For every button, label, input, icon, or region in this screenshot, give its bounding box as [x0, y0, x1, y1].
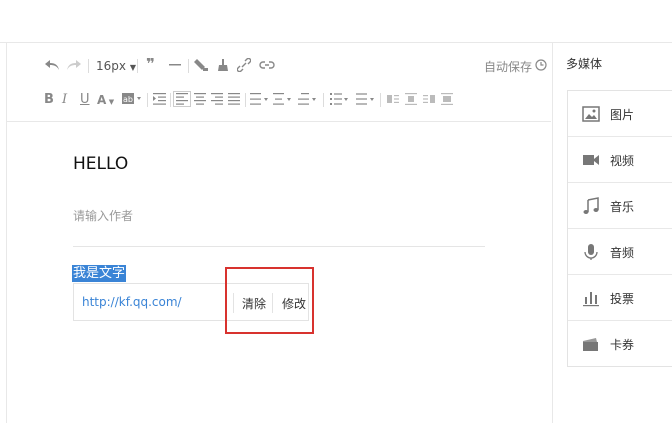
toolbar-separator: [380, 93, 381, 107]
autosave-label: 自动保存: [484, 60, 533, 74]
clear-format-icon[interactable]: [216, 58, 230, 72]
font-color-icon[interactable]: A ▼: [97, 92, 114, 110]
image-float-left-icon[interactable]: [387, 93, 399, 105]
line-height-icon[interactable]: [250, 93, 268, 105]
microphone-icon: [582, 243, 600, 261]
media-item-label: 投票: [610, 292, 635, 306]
toolbar-divider: [6, 121, 551, 122]
highlight-box: [225, 267, 314, 334]
link-icon[interactable]: [237, 58, 251, 72]
media-item-label: 音频: [610, 246, 635, 260]
content-divider: [73, 246, 485, 247]
clock-icon: [535, 59, 547, 74]
indent-icon[interactable]: [153, 93, 166, 105]
background-color-icon[interactable]: ab: [122, 93, 142, 105]
align-left-icon[interactable]: [173, 91, 191, 107]
align-center-icon[interactable]: [194, 93, 206, 105]
media-panel: 图片 视频 音乐 音频 投票 卡券: [567, 90, 672, 367]
media-item-music[interactable]: 音乐: [568, 183, 672, 229]
font-size-select[interactable]: 16px ▼: [96, 58, 136, 76]
image-float-right-icon[interactable]: [423, 93, 435, 105]
media-item-audio[interactable]: 音频: [568, 229, 672, 275]
bold-icon[interactable]: B: [44, 92, 54, 108]
media-item-label: 卡券: [610, 338, 635, 352]
toolbar-separator: [147, 93, 148, 107]
svg-text:ab: ab: [123, 95, 133, 104]
selected-text[interactable]: 我是文字: [72, 265, 127, 282]
toolbar-separator: [170, 93, 171, 107]
media-item-label: 音乐: [610, 200, 635, 214]
media-item-card[interactable]: 卡券: [568, 321, 672, 367]
card-icon: [582, 335, 600, 353]
media-item-label: 图片: [610, 108, 635, 122]
font-size-value: 16px: [96, 59, 126, 73]
underline-icon[interactable]: U: [80, 92, 90, 108]
image-center-icon[interactable]: [441, 93, 453, 105]
music-icon: [582, 197, 600, 215]
autosave-indicator[interactable]: 自动保存: [484, 58, 547, 75]
toolbar-separator: [188, 59, 189, 73]
italic-icon[interactable]: I: [62, 92, 67, 108]
redo-icon[interactable]: [66, 58, 82, 72]
align-justify-icon[interactable]: [228, 93, 240, 105]
ordered-list-icon[interactable]: [330, 93, 348, 105]
author-input[interactable]: 请输入作者: [73, 207, 133, 224]
unlink-icon[interactable]: [259, 58, 275, 72]
horizontal-rule-icon[interactable]: [168, 58, 182, 72]
media-panel-title: 多媒体: [566, 57, 603, 71]
paragraph-spacing-icon[interactable]: [273, 93, 291, 105]
text-indent-icon[interactable]: [298, 93, 316, 105]
media-item-image[interactable]: 图片: [568, 91, 672, 137]
vote-icon: [582, 289, 600, 307]
video-icon: [582, 151, 600, 169]
media-item-label: 视频: [610, 154, 635, 168]
image-icon: [582, 105, 600, 123]
align-right-icon[interactable]: [211, 93, 223, 105]
chevron-down-icon: ▼: [129, 63, 136, 72]
unordered-list-icon[interactable]: [356, 93, 374, 105]
quote-icon[interactable]: ❞: [146, 56, 155, 72]
toolbar-separator: [88, 59, 89, 73]
media-item-video[interactable]: 视频: [568, 137, 672, 183]
media-item-vote[interactable]: 投票: [568, 275, 672, 321]
image-inline-icon[interactable]: [405, 93, 417, 105]
toolbar-separator: [137, 59, 138, 73]
format-painter-icon[interactable]: [194, 58, 208, 72]
toolbar-separator: [323, 93, 324, 107]
undo-icon[interactable]: [44, 58, 60, 72]
toolbar-separator: [245, 93, 246, 107]
link-url[interactable]: http://kf.qq.com/: [82, 295, 182, 309]
article-title[interactable]: HELLO: [73, 154, 128, 174]
